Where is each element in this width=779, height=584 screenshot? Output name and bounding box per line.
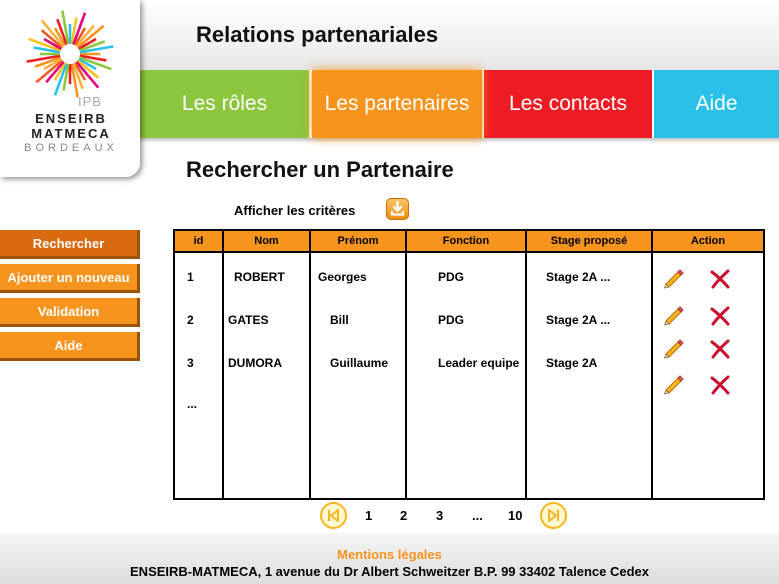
page-ellipsis: ...: [472, 508, 483, 523]
cell-id: 3: [187, 356, 194, 370]
delete-button[interactable]: [709, 305, 731, 332]
pencil-icon: [663, 306, 684, 326]
page-link-3[interactable]: 3: [436, 508, 443, 523]
delete-x-icon: [710, 306, 730, 326]
logo-line-enseirb: ENSEIRB: [35, 111, 107, 126]
column-header-action: Action: [653, 231, 763, 253]
sidebar-item-ajouter[interactable]: Ajouter un nouveau: [0, 264, 140, 293]
cell-nom: DUMORA: [228, 356, 282, 370]
app-title: Relations partenariales: [196, 22, 439, 47]
cell-prenom: Guillaume: [330, 356, 389, 370]
column-bottom-line: [222, 498, 311, 500]
column-divider: [309, 253, 311, 498]
column-divider: [405, 253, 407, 498]
page-title: Rechercher un Partenaire: [186, 157, 454, 182]
download-icon: [390, 201, 405, 216]
logo-line-matmeca: MATMECA: [31, 126, 111, 141]
pencil-icon: [663, 339, 684, 359]
column-divider: [651, 253, 653, 498]
page-link-10[interactable]: 10: [508, 508, 522, 523]
cell-id: 1: [187, 270, 194, 284]
sidebar-item-aide[interactable]: Aide: [0, 332, 140, 361]
edit-button[interactable]: [662, 337, 684, 364]
column-header-fonction[interactable]: Fonction: [407, 231, 527, 253]
cell-id: 2: [187, 313, 194, 327]
delete-x-icon: [710, 339, 730, 359]
logo-sunburst-icon: [26, 10, 114, 98]
cell-fonction: PDG: [438, 313, 465, 327]
cell-fonction: PDG: [438, 270, 465, 284]
column-header-id[interactable]: id: [175, 231, 224, 253]
show-criteria-button[interactable]: [386, 198, 409, 220]
first-page-button[interactable]: [320, 502, 347, 529]
pencil-icon: [663, 375, 684, 395]
footer-address: ENSEIRB-MATMECA, 1 avenue du Dr Albert S…: [130, 564, 649, 579]
edit-button[interactable]: [662, 267, 684, 294]
partners-table: id Nom Prénom Fonction Stage proposé Act…: [173, 229, 765, 500]
column-header-stage[interactable]: Stage proposé: [527, 231, 653, 253]
last-page-button[interactable]: [540, 502, 567, 529]
sidebar-item-rechercher[interactable]: Rechercher: [0, 230, 140, 259]
column-divider: [222, 253, 224, 498]
delete-x-icon: [710, 375, 730, 395]
tab-roles[interactable]: Les rôles: [140, 70, 309, 138]
cell-nom: ROBERT: [234, 270, 285, 284]
page-link-1[interactable]: 1: [365, 508, 372, 523]
column-header-prenom[interactable]: Prénom: [311, 231, 407, 253]
cell-stage: Stage 2A: [546, 356, 598, 370]
cell-fonction: Leader equipe: [438, 356, 520, 370]
delete-button[interactable]: [709, 338, 731, 365]
last-page-icon: [548, 509, 559, 522]
delete-button[interactable]: [709, 268, 731, 295]
criteria-label[interactable]: Afficher les critères: [234, 203, 355, 218]
tab-aide[interactable]: Aide: [654, 70, 779, 138]
cell-stage: Stage 2A ...: [546, 313, 611, 327]
pencil-icon: [663, 269, 684, 289]
column-header-nom[interactable]: Nom: [224, 231, 311, 253]
more-rows-indicator: ...: [187, 397, 198, 411]
logo-line-bordeaux: BORDEAUX: [24, 142, 118, 154]
logo-ipb-text: IPB: [78, 94, 102, 109]
enseirb-matmeca-logo[interactable]: IPB ENSEIRB MATMECA BORDEAUX: [0, 0, 140, 177]
column-divider: [525, 253, 527, 498]
delete-button[interactable]: [709, 374, 731, 401]
tab-bar-shadow: [140, 138, 779, 143]
delete-x-icon: [710, 269, 730, 289]
edit-button[interactable]: [662, 304, 684, 331]
legal-notice-link[interactable]: Mentions légales: [0, 547, 779, 562]
page-link-2[interactable]: 2: [400, 508, 407, 523]
cell-prenom: Bill: [330, 313, 349, 327]
tab-contacts[interactable]: Les contacts: [484, 70, 652, 138]
tab-partenaires[interactable]: Les partenaires: [312, 70, 482, 138]
cell-prenom: Georges: [318, 270, 367, 284]
sidebar-item-validation[interactable]: Validation: [0, 298, 140, 327]
cell-stage: Stage 2A ...: [546, 270, 611, 284]
first-page-icon: [328, 509, 339, 522]
cell-nom: GATES: [228, 313, 269, 327]
edit-button[interactable]: [662, 373, 684, 400]
